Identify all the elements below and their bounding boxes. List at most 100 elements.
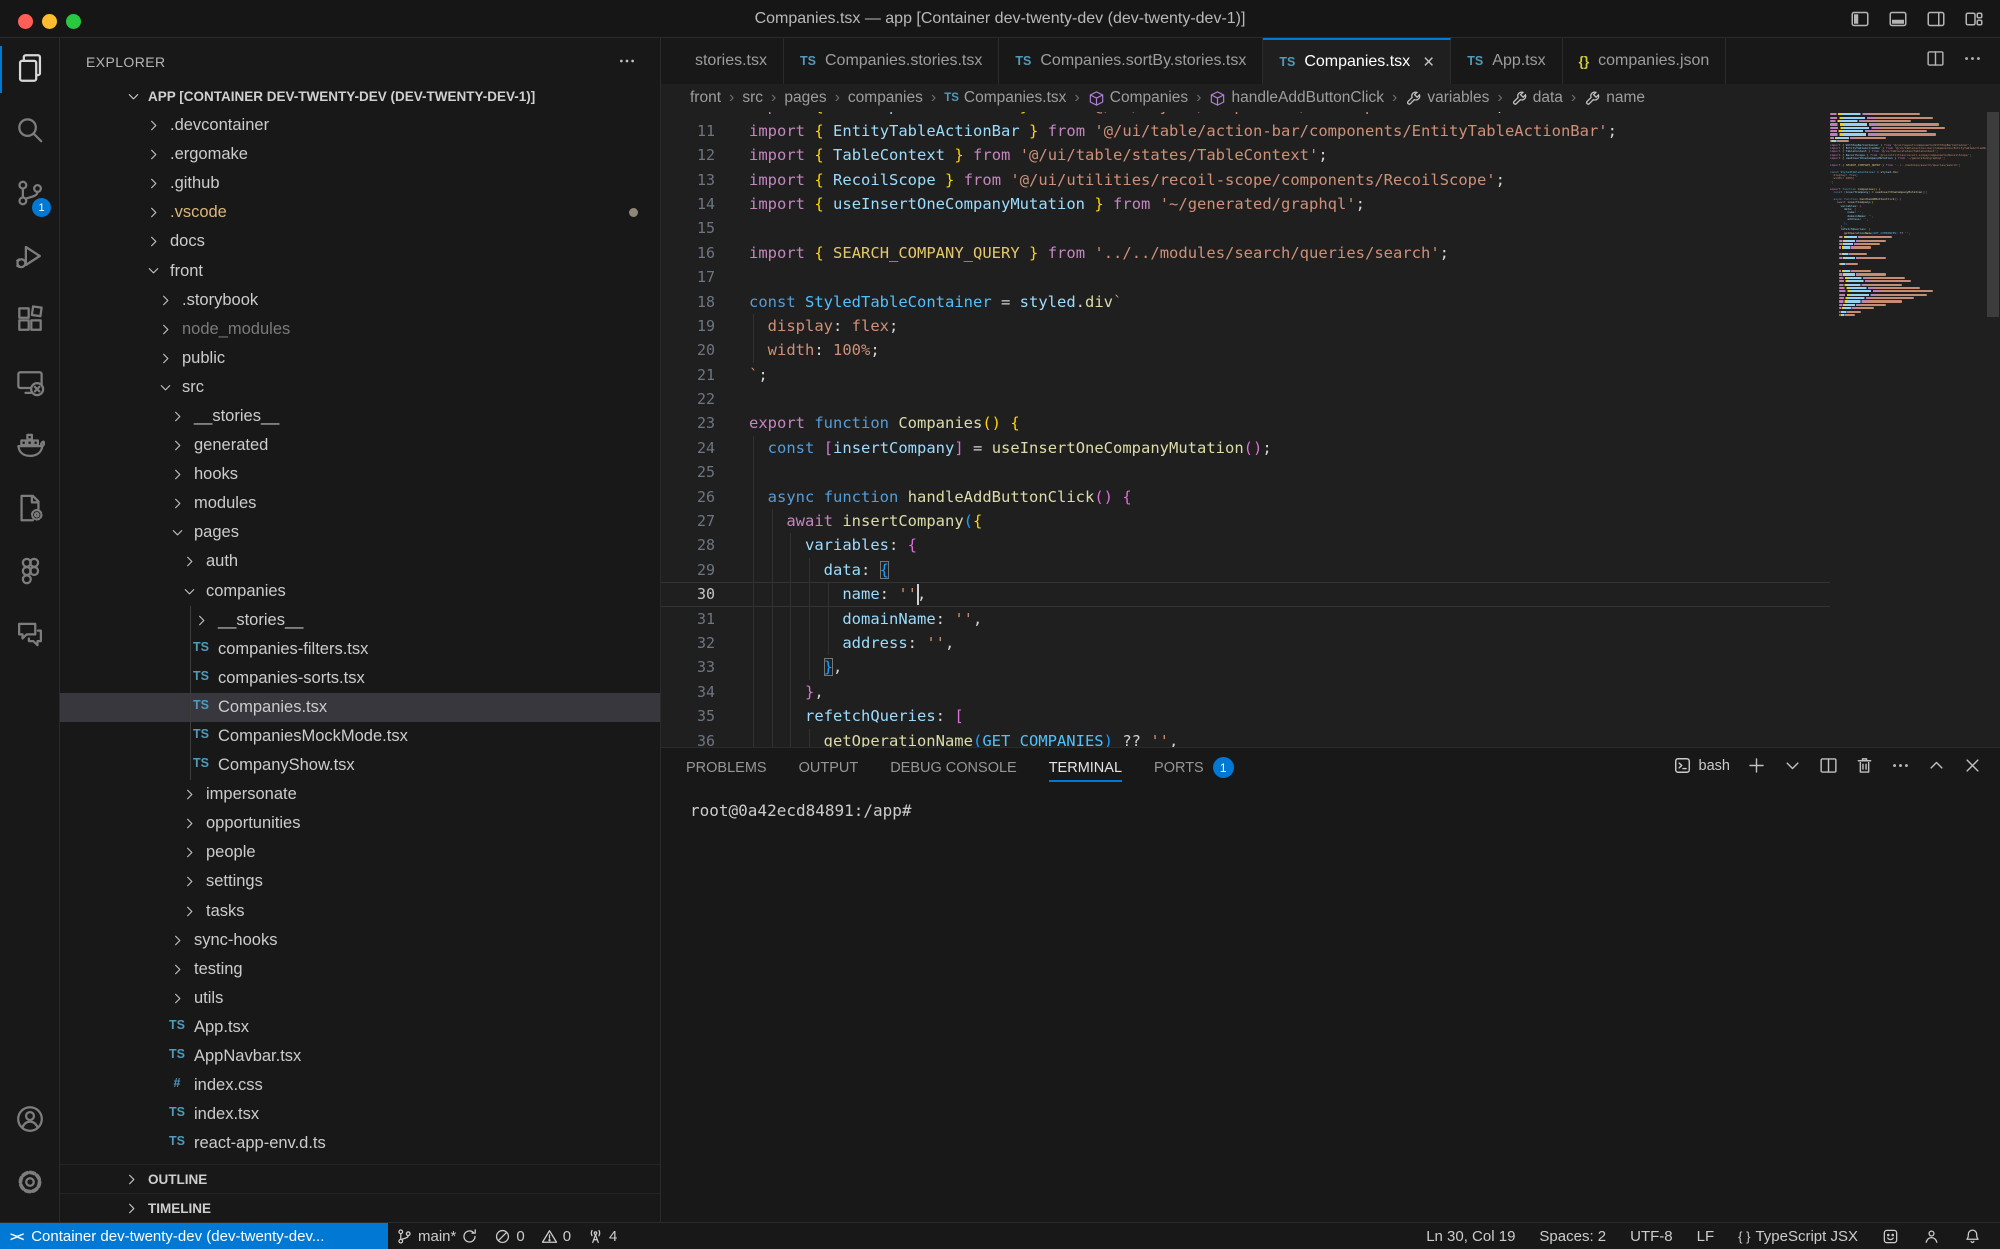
tree-item-docs[interactable]: docs <box>60 227 660 256</box>
code-line-18[interactable]: 18const StyledTableContainer = styled.di… <box>661 290 1830 314</box>
breadcrumb-Companies[interactable]: Companies <box>1088 89 1188 107</box>
breadcrumb-pages[interactable]: pages <box>784 89 826 107</box>
code-line-31[interactable]: 31 domainName: '', <box>661 607 1830 631</box>
breadcrumb-front[interactable]: front <box>690 89 721 107</box>
activity-figma-icon[interactable] <box>0 542 59 605</box>
shell-selector[interactable]: bash <box>1673 756 1730 775</box>
tree-item-.storybook[interactable]: .storybook <box>60 286 660 315</box>
activity-chat-icon[interactable] <box>0 605 59 668</box>
ports-status[interactable]: 4 <box>579 1223 625 1249</box>
tree-item-companies[interactable]: companies <box>60 577 660 606</box>
breadcrumb-handleAddButtonClick[interactable]: handleAddButtonClick <box>1209 89 1384 107</box>
tab-Companies.tsx[interactable]: TSCompanies.tsx× <box>1263 38 1451 84</box>
code-line-29[interactable]: 29 data: { <box>661 558 1830 582</box>
tree-item-.devcontainer[interactable]: .devcontainer <box>60 111 660 140</box>
panel-close-icon[interactable] <box>1963 756 1982 775</box>
remote-indicator[interactable]: >< Container dev-twenty-dev (dev-twenty-… <box>0 1223 388 1249</box>
tree-item-companies-sorts.tsx[interactable]: TScompanies-sorts.tsx <box>60 664 660 693</box>
tree-item-modules[interactable]: modules <box>60 489 660 518</box>
zoom-window-button[interactable] <box>66 14 81 29</box>
panel-trash-icon[interactable] <box>1855 756 1874 775</box>
panel-chevron-up-icon[interactable] <box>1927 756 1946 775</box>
code-line-13[interactable]: 13import { RecoilScope } from '@/ui/util… <box>661 168 1830 192</box>
activity-container-config-icon[interactable] <box>0 479 59 542</box>
breadcrumb-data[interactable]: data <box>1511 89 1563 107</box>
activity-account-icon[interactable] <box>0 1090 59 1153</box>
tree-item-public[interactable]: public <box>60 344 660 373</box>
workspace-section-header[interactable]: APP [CONTAINER DEV-TWENTY-DEV (DEV-TWENT… <box>60 82 660 111</box>
breadcrumb-src[interactable]: src <box>742 89 763 107</box>
panel-plus-icon[interactable] <box>1747 756 1766 775</box>
code-line-23[interactable]: 23export function Companies() { <box>661 411 1830 435</box>
minimap[interactable]: import { WithTopBarContainer } from '@/u… <box>1830 112 1986 747</box>
status-person-icon[interactable] <box>1914 1228 1949 1245</box>
tree-item-CompaniesMockMode.tsx[interactable]: TSCompaniesMockMode.tsx <box>60 722 660 751</box>
scrollbar-thumb[interactable] <box>1987 112 1999 317</box>
breadcrumb-Companies.tsx[interactable]: TSCompanies.tsx <box>944 89 1066 107</box>
tree-item-.github[interactable]: .github <box>60 169 660 198</box>
tab-Companies.stories.tsx[interactable]: TSCompanies.stories.tsx <box>784 38 999 84</box>
tree-item-node_modules[interactable]: node_modules <box>60 315 660 344</box>
activity-run-debug-icon[interactable] <box>0 227 59 290</box>
toggle-sidebar-icon[interactable] <box>1850 9 1870 34</box>
status-lf[interactable]: LF <box>1688 1228 1724 1245</box>
code-line-26[interactable]: 26 async function handleAddButtonClick()… <box>661 485 1830 509</box>
status-bell-icon[interactable] <box>1955 1228 1990 1245</box>
tree-item-companies-filters.tsx[interactable]: TScompanies-filters.tsx <box>60 635 660 664</box>
tree-item-index.tsx[interactable]: TSindex.tsx <box>60 1100 660 1129</box>
panel-tab-ports[interactable]: PORTS1 <box>1154 748 1234 787</box>
tree-item-people[interactable]: people <box>60 838 660 867</box>
code-line-35[interactable]: 35 refetchQueries: [ <box>661 704 1830 728</box>
code-line-14[interactable]: 14import { useInsertOneCompanyMutation }… <box>661 192 1830 216</box>
code-line-10[interactable]: 10import { WithTopBarContainer } from '@… <box>661 112 1830 119</box>
code-line-34[interactable]: 34 }, <box>661 680 1830 704</box>
code-line-21[interactable]: 21`; <box>661 363 1830 387</box>
close-window-button[interactable] <box>18 14 33 29</box>
toggle-secondary-sidebar-icon[interactable] <box>1926 9 1946 34</box>
status-ln-30-col-19[interactable]: Ln 30, Col 19 <box>1417 1228 1524 1245</box>
terminal-output[interactable]: root@0a42ecd84891:/app# <box>661 787 2000 820</box>
status-typescript-jsx[interactable]: { }TypeScript JSX <box>1729 1228 1867 1245</box>
code-line-22[interactable]: 22 <box>661 387 1830 411</box>
tree-item-AppNavbar.tsx[interactable]: TSAppNavbar.tsx <box>60 1042 660 1071</box>
split-editor-button[interactable] <box>1926 49 1945 73</box>
code-line-12[interactable]: 12import { TableContext } from '@/ui/tab… <box>661 143 1830 167</box>
activity-search-icon[interactable] <box>0 101 59 164</box>
code-line-16[interactable]: 16import { SEARCH_COMPANY_QUERY } from '… <box>661 241 1830 265</box>
tree-item-settings[interactable]: settings <box>60 867 660 896</box>
tree-item-sync-hooks[interactable]: sync-hooks <box>60 926 660 955</box>
activity-remote-explorer-icon[interactable] <box>0 353 59 416</box>
code-line-27[interactable]: 27 await insertCompany({ <box>661 509 1830 533</box>
tree-item-front[interactable]: front <box>60 256 660 285</box>
panel-tab-debug-console[interactable]: DEBUG CONSOLE <box>890 748 1017 787</box>
editor-scrollbar[interactable] <box>1986 112 2000 747</box>
breadcrumb-variables[interactable]: variables <box>1405 89 1489 107</box>
code-line-25[interactable]: 25 <box>661 460 1830 484</box>
explorer-more-actions-icon[interactable] <box>618 52 636 73</box>
tree-item-.ergomake[interactable]: .ergomake <box>60 140 660 169</box>
breadcrumb-companies[interactable]: companies <box>848 89 923 107</box>
toggle-panel-icon[interactable] <box>1888 9 1908 34</box>
tab-companies.json[interactable]: {}companies.json <box>1563 38 1727 84</box>
panel-tab-output[interactable]: OUTPUT <box>799 748 859 787</box>
editor-more-actions-button[interactable] <box>1963 49 1982 73</box>
panel-more-icon[interactable] <box>1891 756 1910 775</box>
sidebar-section-outline[interactable]: OUTLINE <box>60 1164 660 1193</box>
customize-layout-icon[interactable] <box>1964 9 1984 34</box>
activity-settings-gear-icon[interactable] <box>0 1153 59 1216</box>
code-line-20[interactable]: 20 width: 100%; <box>661 338 1830 362</box>
code-line-28[interactable]: 28 variables: { <box>661 533 1830 557</box>
code-line-17[interactable]: 17 <box>661 265 1830 289</box>
code-line-33[interactable]: 33 }, <box>661 655 1830 679</box>
tree-item-index.css[interactable]: #index.css <box>60 1071 660 1100</box>
status-spaces-2[interactable]: Spaces: 2 <box>1530 1228 1615 1245</box>
tree-item-testing[interactable]: testing <box>60 955 660 984</box>
activity-files-icon[interactable] <box>0 38 59 101</box>
tree-item-pages[interactable]: pages <box>60 518 660 547</box>
panel-split-terminal-icon[interactable] <box>1819 756 1838 775</box>
code-line-32[interactable]: 32 address: '', <box>661 631 1830 655</box>
status-feedback-smiley-icon[interactable] <box>1873 1228 1908 1245</box>
panel-tab-terminal[interactable]: TERMINAL <box>1049 748 1122 787</box>
tree-item-tasks[interactable]: tasks <box>60 897 660 926</box>
tree-item-src[interactable]: src <box>60 373 660 402</box>
